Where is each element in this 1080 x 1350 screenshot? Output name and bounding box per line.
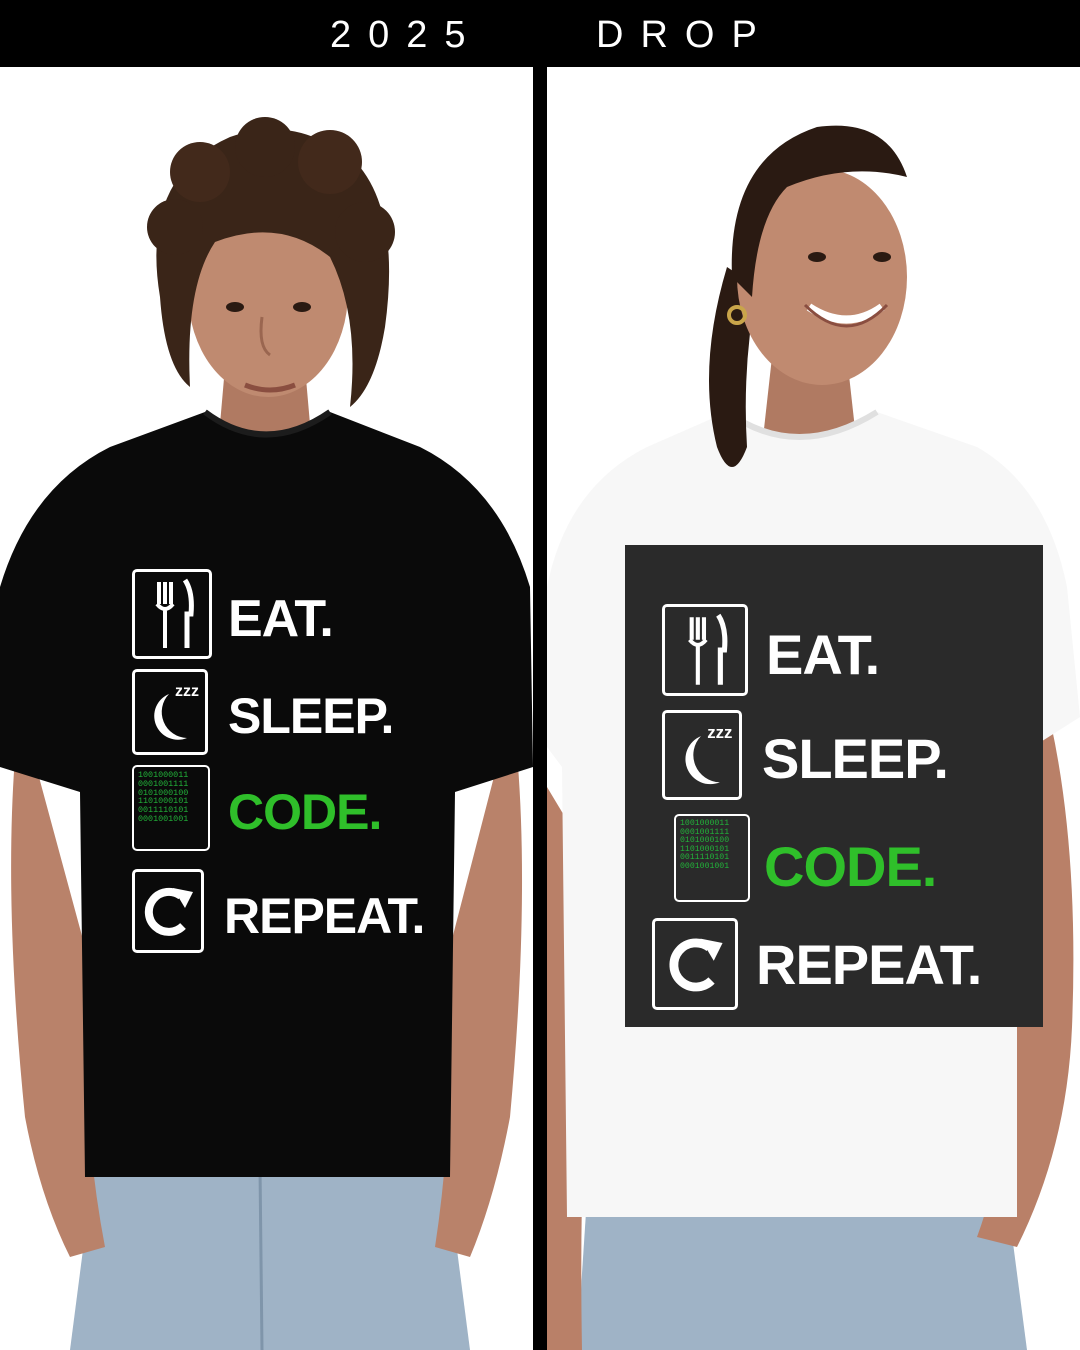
banner-drop-word: DROP [596,14,774,56]
print-word-eat: EAT. [766,623,880,686]
top-banner: 2025 DROP [0,0,1080,67]
repeat-arrow-icon [652,918,738,1010]
binary-text: 1001000011 0001001111 0101000100 1101000… [680,819,730,872]
print-word-eat: EAT. [228,590,334,648]
right-shirt-print: EAT. zzz SLEEP. 1001000011 0001001111 01… [652,604,1032,1034]
print-word-repeat: REPEAT. [756,933,982,996]
fork-knife-icon [132,569,212,659]
svg-text:zzz: zzz [707,723,732,742]
left-model-photo: EAT. zzz SLEEP. 1001000011 0001001111 01… [0,67,533,1350]
print-word-code: CODE. [228,784,382,840]
moon-sleep-icon: zzz [132,669,208,755]
banner-year: 2025 [330,14,483,56]
right-model-photo: EAT. zzz SLEEP. 1001000011 0001001111 01… [547,67,1080,1350]
print-word-sleep: SLEEP. [762,727,949,790]
print-word-code: CODE. [764,835,937,898]
binary-code-icon: 1001000011 0001001111 0101000100 1101000… [132,765,210,851]
left-shirt-print: EAT. zzz SLEEP. 1001000011 0001001111 01… [132,569,432,959]
binary-code-icon: 1001000011 0001001111 0101000100 1101000… [674,814,750,902]
binary-text: 1001000011 0001001111 0101000100 1101000… [138,770,189,825]
panel-divider [533,67,547,1350]
moon-sleep-icon: zzz [662,710,742,800]
fork-knife-icon [662,604,748,696]
print-word-repeat: REPEAT. [224,888,425,944]
print-word-sleep: SLEEP. [228,688,394,744]
svg-text:zzz: zzz [175,683,199,700]
repeat-arrow-icon [132,869,204,953]
